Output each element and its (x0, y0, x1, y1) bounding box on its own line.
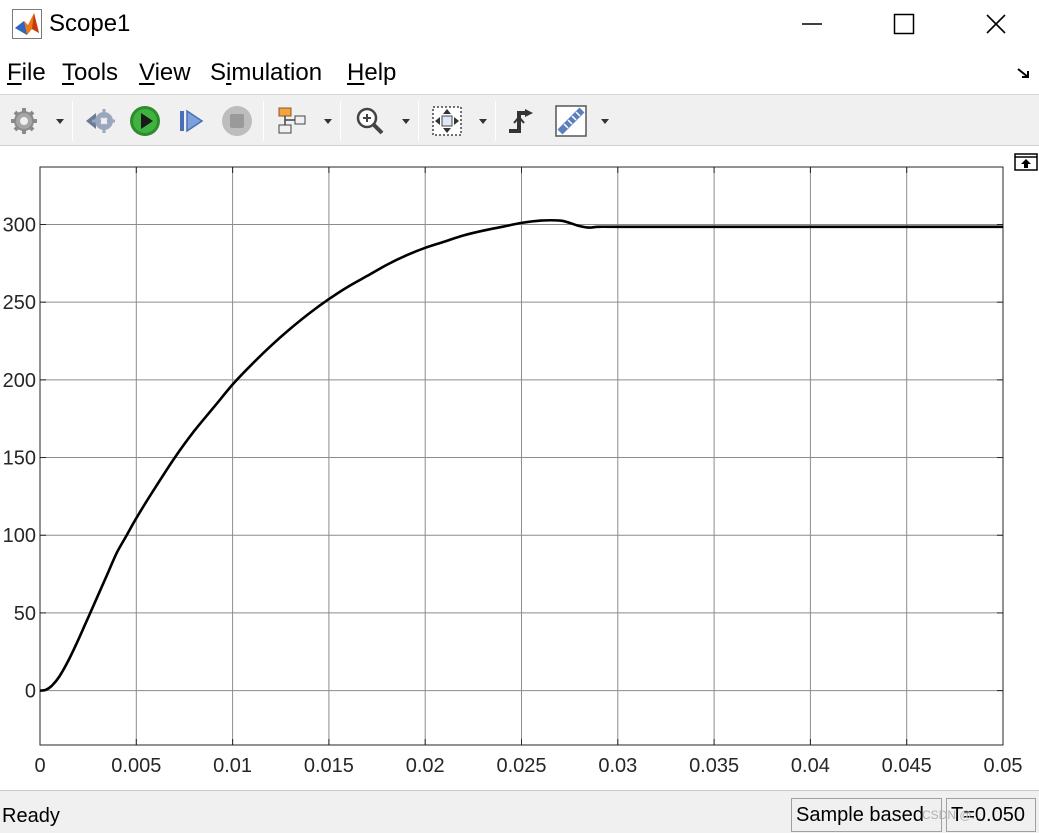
menu-view-mnemonic: V (139, 59, 155, 86)
measurements-dropdown-icon[interactable] (600, 117, 610, 125)
menu-file[interactable]: File (7, 58, 46, 88)
menu-tools-rest: ools (74, 59, 119, 86)
autoscale-button[interactable] (430, 104, 464, 138)
cursor-measurements-button[interactable] (554, 104, 588, 138)
autoscale-dropdown-icon[interactable] (478, 117, 488, 125)
step-back-button[interactable] (83, 104, 117, 138)
x-tick-label: 0.005 (111, 755, 161, 777)
toolbar-separator (340, 101, 341, 141)
maximize-icon (893, 13, 915, 35)
run-icon (130, 106, 160, 136)
step-back-icon (86, 109, 115, 133)
toolbar-separator (72, 101, 73, 141)
status-simulation-time: T=0.050 (946, 798, 1036, 832)
minimize-button[interactable] (766, 0, 858, 48)
menu-help-mnemonic: H (347, 59, 365, 86)
x-tick-label: 0.04 (791, 755, 830, 777)
undock-arrow-icon[interactable] (1015, 64, 1033, 82)
menu-help[interactable]: Help (347, 58, 396, 88)
window-title: Scope1 (49, 10, 131, 37)
menu-view[interactable]: View (139, 58, 191, 88)
menu-file-mnemonic: F (7, 59, 22, 86)
menu-file-rest: ile (21, 59, 46, 86)
toolbar-separator (418, 101, 419, 141)
x-tick-label: 0.015 (304, 755, 354, 777)
signal-selector-dropdown-icon[interactable] (323, 117, 333, 125)
stop-button[interactable] (220, 104, 254, 138)
y-tick-label: 200 (3, 370, 36, 392)
x-tick-label: 0 (34, 755, 45, 777)
y-tick-label: 100 (3, 525, 36, 547)
x-tick-label: 0.01 (213, 755, 252, 777)
autoscale-icon (432, 106, 462, 136)
toolbar-separator (263, 101, 264, 141)
toolbar (0, 94, 1039, 146)
menu-simulation-pre: S (210, 59, 227, 86)
settings-dropdown-icon[interactable] (55, 117, 65, 125)
menu-view-rest: iew (154, 59, 191, 86)
cursor-measurements-icon (555, 105, 587, 137)
title-bar: Scope1 (0, 0, 1039, 48)
y-tick-label: 0 (25, 681, 36, 703)
y-tick-label: 300 (3, 214, 36, 236)
y-tick-label: 50 (14, 603, 36, 625)
menu-tools-mnemonic: T (62, 59, 74, 86)
settings-gear-icon (11, 108, 37, 134)
y-tick-label: 250 (3, 292, 36, 314)
x-tick-label: 0.025 (496, 755, 546, 777)
stop-icon (222, 106, 252, 136)
status-sample-mode: Sample based (791, 798, 942, 832)
step-forward-button[interactable] (174, 104, 208, 138)
zoom-button[interactable] (353, 104, 387, 138)
minimize-icon (802, 23, 822, 25)
settings-button[interactable] (7, 104, 41, 138)
step-forward-icon (180, 109, 204, 133)
maximize-button[interactable] (858, 0, 950, 48)
menu-help-rest: elp (364, 59, 397, 86)
menu-tools[interactable]: Tools (62, 58, 118, 88)
x-tick-label: 0.05 (984, 755, 1023, 777)
menu-bar: File Tools View Simulation Help (0, 52, 1039, 94)
x-tick-label: 0.03 (598, 755, 637, 777)
toolbar-separator (495, 101, 496, 141)
x-tick-label: 0.045 (882, 755, 932, 777)
zoom-dropdown-icon[interactable] (401, 117, 411, 125)
triggers-button[interactable] (504, 104, 538, 138)
status-bar: Ready Sample based T=0.050 (0, 790, 1039, 833)
menu-simulation-rest: mulation (231, 59, 323, 86)
close-icon (986, 14, 1006, 34)
status-ready: Ready (2, 805, 60, 827)
y-tick-label: 150 (3, 448, 36, 470)
zoom-in-icon (356, 107, 384, 135)
close-button[interactable] (950, 0, 1039, 48)
menu-simulation[interactable]: Simulation (210, 58, 322, 88)
signal-selector-button[interactable] (275, 104, 309, 138)
x-tick-label: 0.035 (689, 755, 739, 777)
signal-selector-icon (278, 107, 306, 134)
matlab-logo-icon[interactable] (12, 9, 42, 39)
run-button[interactable] (128, 104, 162, 138)
scope-chart[interactable]: 0 0.005 0.01 0.015 0.02 0.025 0.03 0.035 0.04 0.0… (0, 147, 1039, 787)
triggers-icon (509, 109, 533, 133)
x-tick-label: 0.02 (406, 755, 445, 777)
